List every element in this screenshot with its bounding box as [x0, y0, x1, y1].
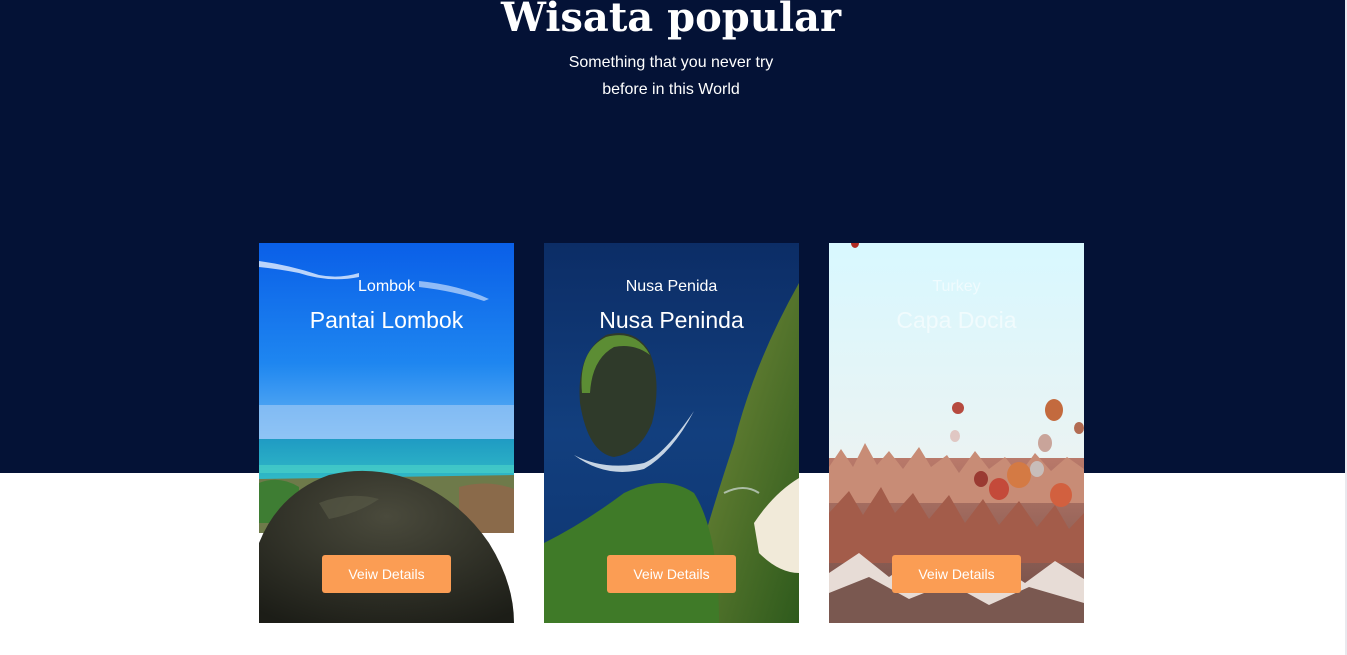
- card-location: Nusa Penida: [625, 278, 718, 295]
- destination-card-lombok[interactable]: Lombok Pantai Lombok Veiw Details: [259, 243, 514, 623]
- subtitle-line-2: before in this World: [602, 81, 740, 98]
- view-details-button[interactable]: Veiw Details: [322, 555, 451, 593]
- view-details-button[interactable]: Veiw Details: [892, 555, 1021, 593]
- destination-card-turkey[interactable]: Turkey Capa Docia Veiw Details: [829, 243, 1084, 623]
- destination-card-nusa-penida[interactable]: Nusa Penida Nusa Peninda Veiw Details: [544, 243, 799, 623]
- section-title: Wisata popular: [500, 0, 842, 41]
- popular-destinations-section: Wisata popular Something that you never …: [0, 0, 1347, 655]
- card-location: Turkey: [932, 278, 981, 295]
- card-title: Nusa Peninda: [599, 307, 744, 333]
- card-title: Capa Docia: [896, 307, 1017, 333]
- subtitle-line-1: Something that you never try: [568, 54, 774, 71]
- card-title: Pantai Lombok: [309, 307, 464, 333]
- view-details-button[interactable]: Veiw Details: [607, 555, 736, 593]
- section-subtitle: Something that you never try before in t…: [0, 49, 1342, 103]
- card-location: Lombok: [358, 278, 415, 295]
